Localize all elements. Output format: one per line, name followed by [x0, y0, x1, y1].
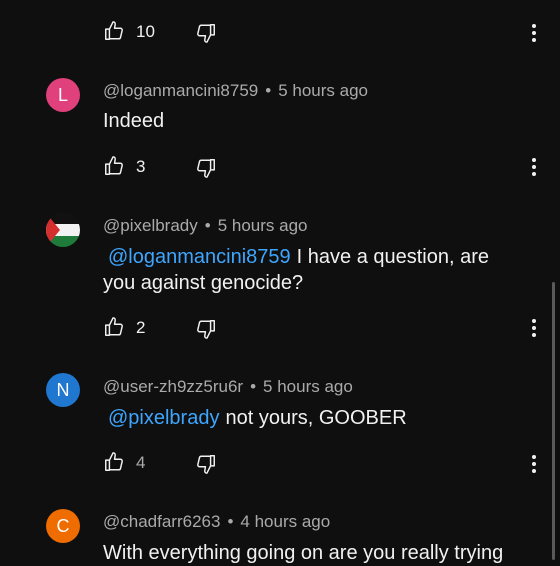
mention-link[interactable]: @pixelbrady: [108, 407, 219, 429]
author-handle[interactable]: @loganmancini8759: [103, 81, 258, 100]
thumbs-down-icon[interactable]: [195, 157, 217, 179]
author-handle[interactable]: @pixelbrady: [103, 216, 198, 235]
author-handle[interactable]: @chadfarr6263: [103, 512, 220, 531]
like-count: 2: [136, 318, 146, 337]
comment-header: @pixelbrady • 5 hours ago: [103, 216, 308, 236]
separator-dot: •: [227, 512, 234, 531]
author-handle[interactable]: @user-zh9zz5ru6r: [103, 377, 243, 396]
thumbs-down-icon[interactable]: [195, 318, 217, 340]
comment-time[interactable]: 5 hours ago: [218, 216, 308, 235]
thumbs-down-icon[interactable]: [195, 453, 217, 475]
avatar[interactable]: C: [46, 509, 80, 543]
comment-header: @user-zh9zz5ru6r • 5 hours ago: [103, 377, 353, 397]
more-vert-icon[interactable]: [524, 452, 544, 476]
thumbs-up-icon[interactable]: [103, 451, 125, 473]
comment-time[interactable]: 5 hours ago: [278, 81, 368, 100]
thumbs-up-icon[interactable]: [103, 20, 125, 42]
comment-text-line: you against genocide?: [103, 272, 304, 294]
scrollbar[interactable]: [552, 282, 555, 560]
comment-text: @loganmancini8759 I have a question, are …: [103, 244, 523, 296]
comment-text: Indeed: [103, 110, 165, 132]
comment-text-line: I have a question, are: [296, 246, 490, 268]
avatar[interactable]: L: [46, 78, 80, 112]
comment-text: @pixelbrady not yours, GOOBER: [103, 405, 523, 431]
thumbs-up-icon[interactable]: [103, 155, 125, 177]
more-vert-icon[interactable]: [524, 316, 544, 340]
flag-avatar-icon: [46, 213, 80, 247]
like-count: 3: [136, 157, 146, 176]
mention-link[interactable]: @loganmancini8759: [108, 246, 291, 268]
separator-dot: •: [250, 377, 257, 396]
avatar[interactable]: [46, 213, 80, 247]
comment-time[interactable]: 4 hours ago: [240, 512, 330, 531]
thumbs-down-icon[interactable]: [195, 22, 217, 44]
comment-header: @loganmancini8759 • 5 hours ago: [103, 81, 368, 101]
thumbs-up-icon[interactable]: [103, 316, 125, 338]
comment-text: With everything going on are you really …: [103, 542, 504, 564]
avatar[interactable]: N: [46, 373, 80, 407]
like-count: 4: [136, 453, 146, 472]
like-count: 10: [136, 22, 155, 41]
separator-dot: •: [204, 216, 211, 235]
more-vert-icon[interactable]: [524, 21, 544, 45]
comment-header: @chadfarr6263 • 4 hours ago: [103, 512, 330, 532]
comment-text-line: not yours, GOOBER: [225, 407, 407, 429]
separator-dot: •: [265, 81, 272, 100]
comment-time[interactable]: 5 hours ago: [263, 377, 353, 396]
more-vert-icon[interactable]: [524, 155, 544, 179]
